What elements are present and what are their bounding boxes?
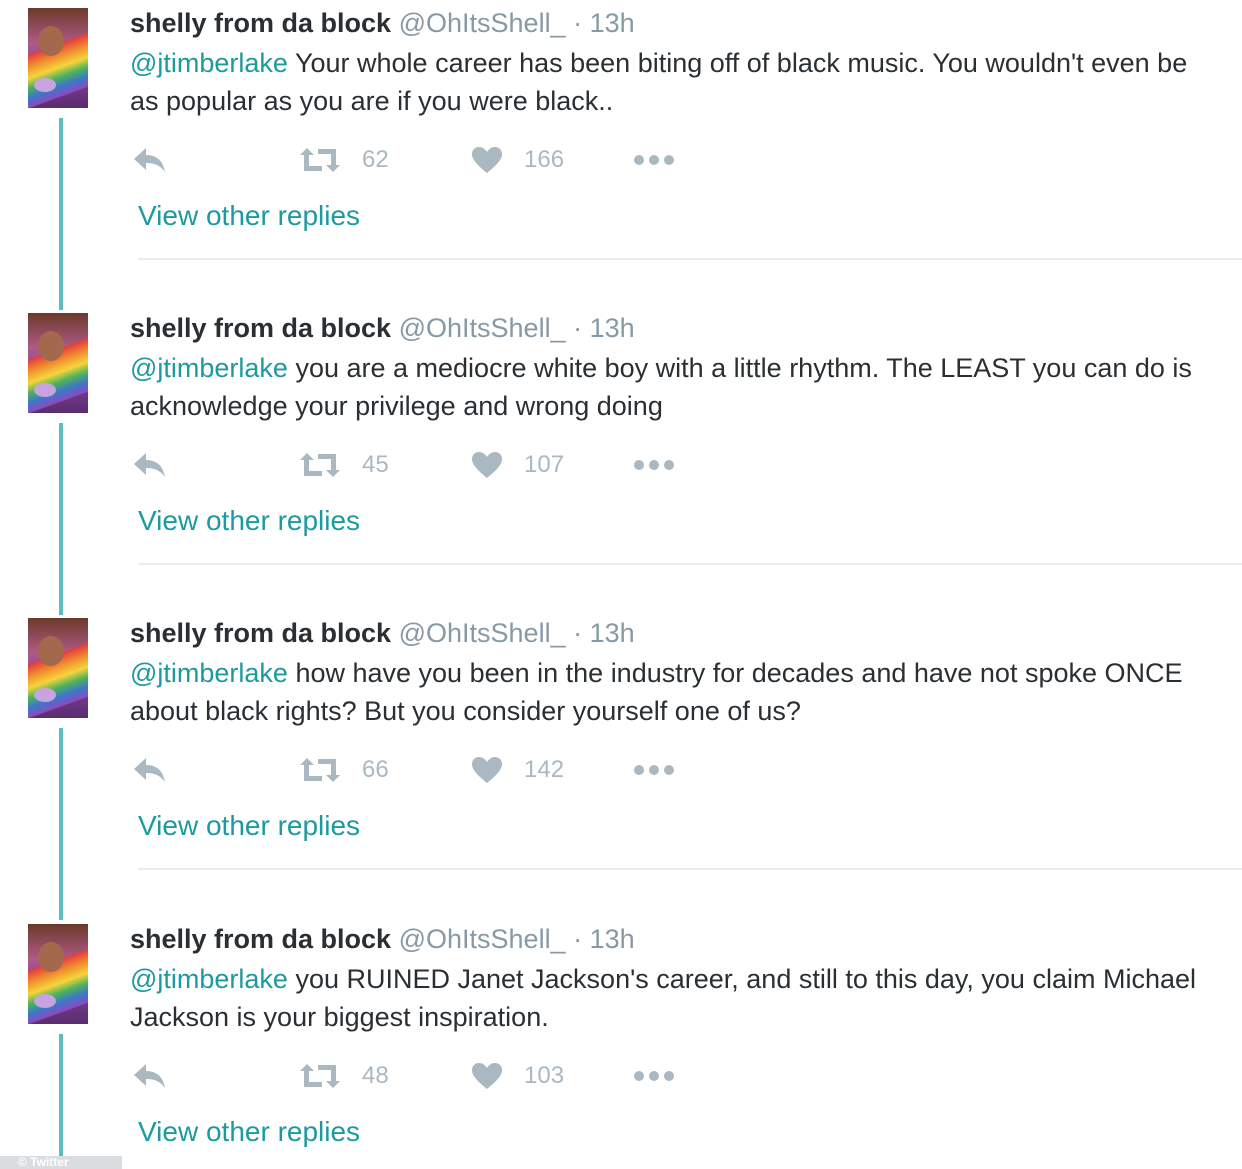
timestamp[interactable]: 13h (590, 924, 635, 954)
like-count: 103 (524, 1062, 565, 1089)
retweet-icon (298, 451, 342, 479)
divider (138, 868, 1242, 870)
view-other-replies-link[interactable]: View other replies (138, 200, 360, 232)
retweet-count: 48 (362, 1062, 389, 1089)
tweet-text: @jtimberlake you are a mediocre white bo… (130, 349, 1210, 425)
separator: · (565, 618, 590, 648)
reply-button[interactable] (132, 443, 168, 487)
tweet-header: shelly from da block @OhItsShell_ · 13h (130, 311, 635, 345)
retweet-count: 62 (362, 146, 389, 173)
reply-button[interactable] (132, 748, 168, 792)
avatar[interactable] (28, 924, 88, 1024)
mention-link[interactable]: @jtimberlake (130, 658, 288, 688)
separator: · (565, 313, 590, 343)
display-name[interactable]: shelly from da block (130, 313, 391, 343)
reply-icon (132, 756, 168, 784)
retweet-button[interactable]: 66 (298, 748, 389, 792)
tweet-actions: 66 142 (130, 748, 730, 792)
retweet-icon (298, 1062, 342, 1090)
more-button[interactable] (632, 748, 676, 792)
heart-icon (470, 755, 504, 785)
heart-icon (470, 450, 504, 480)
tweet: shelly from da block @OhItsShell_ · 13h … (0, 0, 1242, 310)
tweet: shelly from da block @OhItsShell_ · 13h … (0, 916, 1242, 1169)
tweet-header: shelly from da block @OhItsShell_ · 13h (130, 922, 635, 956)
like-count: 107 (524, 451, 565, 478)
avatar[interactable] (28, 8, 88, 108)
separator: · (565, 8, 590, 38)
tweet: shelly from da block @OhItsShell_ · 13h … (0, 610, 1242, 920)
tweet-text: @jtimberlake you RUINED Janet Jackson's … (130, 960, 1210, 1036)
display-name[interactable]: shelly from da block (130, 8, 391, 38)
timestamp[interactable]: 13h (590, 313, 635, 343)
more-dots-icon (632, 458, 676, 472)
divider (138, 563, 1242, 565)
separator: · (565, 924, 590, 954)
more-button[interactable] (632, 138, 676, 182)
reply-icon (132, 1062, 168, 1090)
thread-line (59, 423, 63, 615)
like-button[interactable]: 103 (470, 1054, 564, 1098)
tweet-body: you are a mediocre white boy with a litt… (130, 353, 1192, 421)
retweet-icon (298, 146, 342, 174)
tweet-header: shelly from da block @OhItsShell_ · 13h (130, 6, 635, 40)
tweet-body: you RUINED Janet Jackson's career, and s… (130, 964, 1196, 1032)
thread-line (59, 118, 63, 310)
tweet: shelly from da block @OhItsShell_ · 13h … (0, 305, 1242, 615)
tweet-text: @jtimberlake how have you been in the in… (130, 654, 1210, 730)
like-button[interactable]: 107 (470, 443, 564, 487)
like-button[interactable]: 142 (470, 748, 564, 792)
view-other-replies-link[interactable]: View other replies (138, 810, 360, 842)
like-count: 166 (524, 146, 565, 173)
display-name[interactable]: shelly from da block (130, 924, 391, 954)
mention-link[interactable]: @jtimberlake (130, 964, 288, 994)
reply-icon (132, 146, 168, 174)
retweet-button[interactable]: 48 (298, 1054, 389, 1098)
retweet-icon (298, 756, 342, 784)
tweet-actions: 45 107 (130, 443, 730, 487)
tweet-thread: shelly from da block @OhItsShell_ · 13h … (0, 0, 1242, 1169)
more-button[interactable] (632, 1054, 676, 1098)
retweet-button[interactable]: 62 (298, 138, 389, 182)
timestamp[interactable]: 13h (590, 618, 635, 648)
reply-button[interactable] (132, 1054, 168, 1098)
more-button[interactable] (632, 443, 676, 487)
tweet-body: how have you been in the industry for de… (130, 658, 1183, 726)
display-name[interactable]: shelly from da block (130, 618, 391, 648)
more-dots-icon (632, 763, 676, 777)
like-count: 142 (524, 756, 565, 783)
heart-icon (470, 145, 504, 175)
mention-link[interactable]: @jtimberlake (130, 48, 288, 78)
view-other-replies-link[interactable]: View other replies (138, 505, 360, 537)
like-button[interactable]: 166 (470, 138, 564, 182)
tweet-actions: 48 103 (130, 1054, 730, 1098)
mention-link[interactable]: @jtimberlake (130, 353, 288, 383)
user-handle[interactable]: @OhItsShell_ (399, 313, 566, 343)
user-handle[interactable]: @OhItsShell_ (399, 618, 566, 648)
user-handle[interactable]: @OhItsShell_ (399, 924, 566, 954)
retweet-button[interactable]: 45 (298, 443, 389, 487)
avatar[interactable] (28, 618, 88, 718)
more-dots-icon (632, 153, 676, 167)
user-handle[interactable]: @OhItsShell_ (399, 8, 566, 38)
divider (138, 258, 1242, 260)
heart-icon (470, 1061, 504, 1091)
tweet-header: shelly from da block @OhItsShell_ · 13h (130, 616, 635, 650)
reply-icon (132, 451, 168, 479)
tweet-body: Your whole career has been biting off of… (130, 48, 1188, 116)
tweet-actions: 62 166 (130, 138, 730, 182)
more-dots-icon (632, 1069, 676, 1083)
retweet-count: 45 (362, 451, 389, 478)
view-other-replies-link[interactable]: View other replies (138, 1116, 360, 1148)
avatar[interactable] (28, 313, 88, 413)
tweet-text: @jtimberlake Your whole career has been … (130, 44, 1210, 120)
retweet-count: 66 (362, 756, 389, 783)
thread-line (59, 728, 63, 920)
source-watermark: © Twitter (0, 1156, 122, 1169)
reply-button[interactable] (132, 138, 168, 182)
timestamp[interactable]: 13h (590, 8, 635, 38)
thread-line (59, 1034, 63, 1169)
